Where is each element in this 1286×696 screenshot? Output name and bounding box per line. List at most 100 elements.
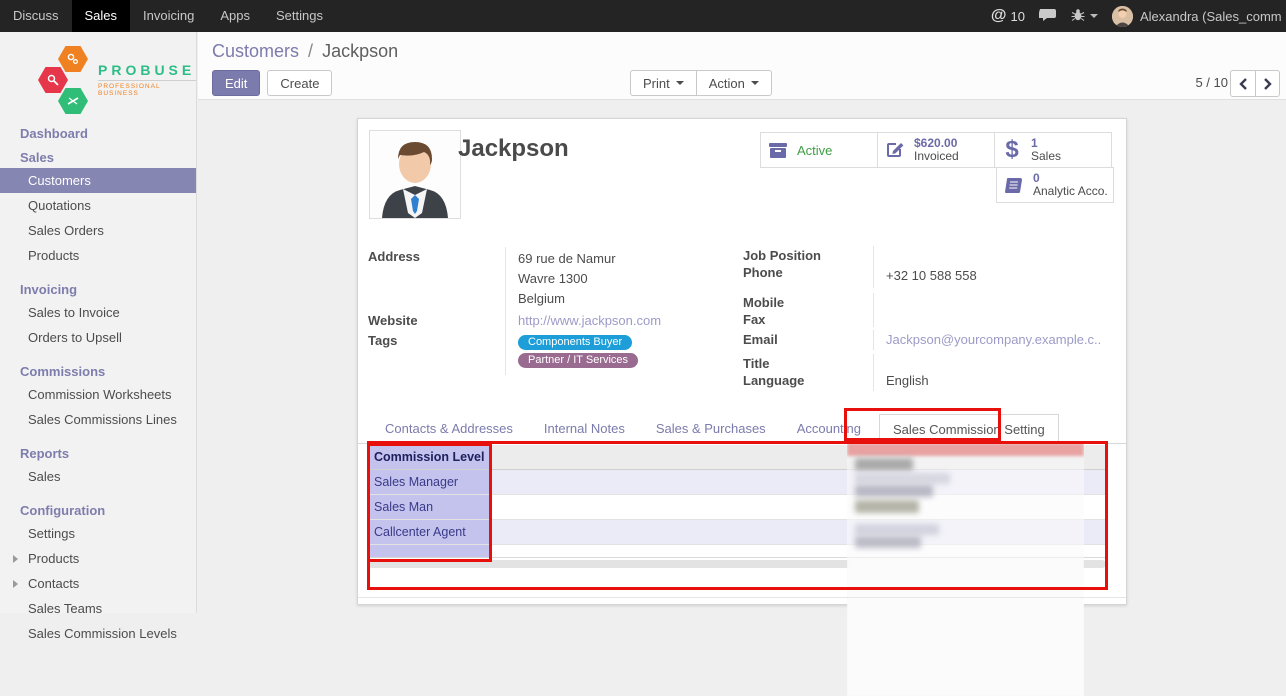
empty-filler	[491, 545, 1106, 557]
pager-previous-button[interactable]	[1230, 70, 1255, 97]
debug-menu[interactable]	[1071, 8, 1098, 25]
sidebar-item-quotations[interactable]: Quotations	[0, 193, 196, 218]
sidebar-item-customers[interactable]: Customers	[0, 168, 196, 193]
row-filler	[491, 495, 1106, 519]
mentions-counter[interactable]: @ 10	[991, 7, 1025, 25]
row-filler	[491, 470, 1106, 494]
title-value	[873, 354, 1115, 371]
tab-sales-commission-setting[interactable]: Sales Commission Setting	[879, 414, 1059, 443]
logo-title: PROBUSE	[98, 62, 196, 78]
tab-sales-purchases[interactable]: Sales & Purchases	[643, 414, 779, 443]
sidebar-item-orders-to-upsell[interactable]: Orders to Upsell	[0, 325, 196, 350]
sidebar-item-sales-commissions-lines[interactable]: Sales Commissions Lines	[0, 407, 196, 432]
redacted-content	[847, 559, 1084, 696]
action-dropdown[interactable]: Action	[697, 70, 772, 96]
caret-down-icon	[751, 81, 759, 85]
print-label: Print	[643, 76, 670, 91]
sidebar-item-settings[interactable]: Settings	[0, 521, 196, 546]
customer-photo	[369, 130, 461, 219]
fax-value	[873, 310, 1115, 327]
commission-level-cell: Sales Manager	[368, 470, 491, 494]
breadcrumb-current: Jackpson	[322, 41, 398, 61]
breadcrumb: Customers / Jackpson	[198, 32, 1286, 62]
tab-accounting[interactable]: Accounting	[784, 414, 874, 443]
menu-invoicing[interactable]: Invoicing	[130, 0, 207, 32]
phone-value: +32 10 588 558	[873, 263, 1115, 288]
commission-level-cell: Sales Man	[368, 495, 491, 519]
stat-active-button[interactable]: Active	[760, 132, 878, 168]
table-row-sales-manager[interactable]: Sales Manager	[368, 470, 1106, 495]
notebook-tabs: Contacts & Addresses Internal Notes Sale…	[358, 414, 1126, 444]
record-title: Jackpson	[458, 135, 569, 163]
stat-sales-button[interactable]: $ 1Sales	[994, 132, 1112, 168]
record-sheet: Jackpson Active $620.00Invoiced $	[357, 118, 1127, 605]
sidebar-heading-invoicing: Invoicing	[0, 276, 196, 300]
website-label: Website	[368, 311, 505, 331]
control-panel: Customers / Jackpson Edit Create Print A…	[198, 32, 1286, 100]
stat-analytic-button[interactable]: 0Analytic Acco...	[996, 167, 1114, 203]
sidebar-item-commission-worksheets[interactable]: Commission Worksheets	[0, 382, 196, 407]
dollar-icon: $	[1001, 139, 1023, 161]
sidebar-item-config-products[interactable]: Products	[0, 546, 196, 571]
caret-down-icon	[676, 81, 684, 85]
breadcrumb-customers[interactable]: Customers	[212, 41, 299, 61]
main-content: Customers / Jackpson Edit Create Print A…	[198, 32, 1286, 613]
tab-internal-notes[interactable]: Internal Notes	[531, 414, 638, 443]
job-position-value	[873, 246, 1115, 263]
mobile-label: Mobile	[743, 293, 873, 310]
caret-down-icon	[1090, 14, 1098, 18]
expand-caret-icon	[13, 555, 18, 563]
user-avatar	[1112, 6, 1133, 27]
language-label: Language	[743, 371, 873, 391]
menu-discuss[interactable]: Discuss	[0, 0, 72, 32]
address-street: 69 rue de Namur	[518, 249, 740, 269]
commission-level-header: Commission Level	[368, 445, 491, 469]
mentions-icon: @	[991, 7, 1007, 25]
bug-icon	[1071, 8, 1085, 25]
sidebar-heading-sales: Sales	[0, 144, 196, 168]
email-link[interactable]: Jackpson@yourcompany.example.c..	[886, 332, 1101, 347]
sidebar-item-sales-commission-levels[interactable]: Sales Commission Levels	[0, 621, 196, 646]
top-navbar: Discuss Sales Invoicing Apps Settings @ …	[0, 0, 1286, 32]
sidebar-item-reports-sales[interactable]: Sales	[0, 464, 196, 489]
left-field-group: Address 69 rue de Namur Wavre 1300 Belgi…	[368, 247, 740, 375]
sidebar: PROBUSE PROFESSIONAL BUSINESS Dashboard …	[0, 32, 197, 613]
chat-icon[interactable]	[1039, 8, 1057, 25]
breadcrumb-separator: /	[308, 41, 313, 61]
table-row-callcenter-agent[interactable]: Callcenter Agent	[368, 520, 1106, 545]
user-menu[interactable]: Alexandra (Sales_comm..	[1112, 6, 1282, 27]
mention-count: 10	[1011, 9, 1025, 24]
menu-sales[interactable]: Sales	[72, 0, 131, 32]
sidebar-item-dashboard[interactable]: Dashboard	[0, 120, 196, 144]
table-header-row: Commission Level	[368, 445, 1106, 470]
website-link[interactable]: http://www.jackpson.com	[518, 313, 661, 328]
sidebar-item-sales-teams[interactable]: Sales Teams	[0, 596, 196, 621]
print-dropdown[interactable]: Print	[630, 70, 697, 96]
menu-settings[interactable]: Settings	[263, 0, 336, 32]
stat-active-label: Active	[797, 144, 832, 157]
sidebar-item-config-contacts[interactable]: Contacts	[0, 571, 196, 596]
pager-next-button[interactable]	[1255, 70, 1280, 97]
stat-invoiced-button[interactable]: $620.00Invoiced	[877, 132, 995, 168]
stat-analytic-label: Analytic Acco...	[1033, 184, 1107, 198]
menu-apps[interactable]: Apps	[207, 0, 263, 32]
edit-icon	[884, 141, 906, 159]
tab-contacts-addresses[interactable]: Contacts & Addresses	[372, 414, 526, 443]
address-city: Wavre 1300	[518, 269, 740, 289]
tag-components-buyer: Components Buyer	[518, 335, 632, 350]
sidebar-item-sales-orders[interactable]: Sales Orders	[0, 218, 196, 243]
pager-counter: 5 / 10	[1195, 75, 1228, 90]
sidebar-item-sales-to-invoice[interactable]: Sales to Invoice	[0, 300, 196, 325]
sidebar-heading-commissions: Commissions	[0, 358, 196, 382]
header-filler	[491, 445, 1106, 469]
sidebar-heading-reports: Reports	[0, 440, 196, 464]
edit-button[interactable]: Edit	[212, 70, 260, 96]
user-name: Alexandra (Sales_comm..	[1140, 9, 1282, 24]
table-row-sales-man[interactable]: Sales Man	[368, 495, 1106, 520]
stat-sales-label: Sales	[1031, 149, 1061, 163]
create-button[interactable]: Create	[267, 70, 332, 96]
empty-cell	[368, 545, 491, 557]
horizontal-scrollbar[interactable]	[368, 560, 1106, 568]
sidebar-item-products[interactable]: Products	[0, 243, 196, 268]
tag-partner-it-services: Partner / IT Services	[518, 353, 638, 368]
